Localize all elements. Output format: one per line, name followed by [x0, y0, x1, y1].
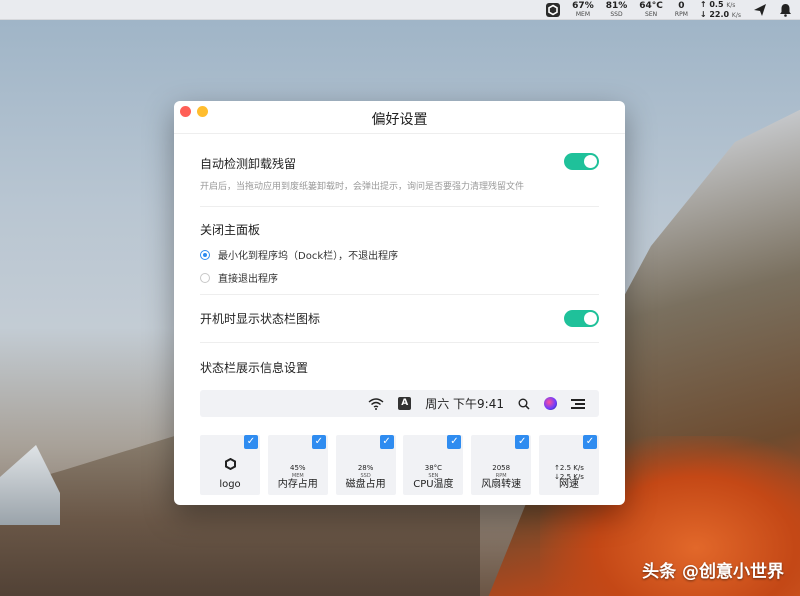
window-titlebar[interactable]: 偏好设置 [174, 101, 625, 134]
tile-fan-speed-label: 风扇转速 [481, 479, 522, 490]
search-icon [518, 398, 530, 410]
app-logo-icon[interactable] [546, 2, 561, 17]
tile-fan-speed[interactable]: ✓ 2058 RPM 风扇转速 [471, 435, 532, 495]
tile-memory[interactable]: ✓ 45% MEM 内存占用 [267, 435, 328, 495]
tile-logo-preview [200, 457, 260, 473]
send-icon[interactable] [753, 3, 767, 17]
ssd-label: SSD [610, 10, 623, 18]
tile-fan-speed-checkbox[interactable]: ✓ [515, 435, 530, 449]
radio-quit-label: 直接退出程序 [218, 274, 278, 285]
sen-label: SEN [645, 10, 658, 18]
tile-net-speed-checkbox[interactable]: ✓ [582, 435, 597, 449]
tile-memory-label: 内存占用 [277, 479, 318, 490]
statusbar-preview: A 周六 下午9:41 [200, 390, 599, 417]
tile-net-speed-preview-value: ↑2.5 K/s [554, 464, 584, 472]
tile-memory-preview-value: 45% [290, 464, 306, 472]
preview-clock: 周六 下午9:41 [425, 397, 504, 411]
bell-icon[interactable] [779, 3, 792, 17]
menubar-rpm-stat[interactable]: 0 RPM [674, 0, 688, 18]
statusbar-settings-title: 状态栏展示信息设置 [200, 361, 309, 375]
tile-cpu-temp-checkbox[interactable]: ✓ [447, 435, 462, 449]
menubar-mem-stat[interactable]: 67% MEM [572, 0, 594, 18]
auto-detect-description: 开启后，当拖动应用到废纸篓卸载时，会弹出提示，询问是否要强力清理残留文件 [200, 182, 525, 192]
close-panel-section: 关闭主面板 最小化到程序坞（Dock栏），不退出程序 直接退出程序 [200, 207, 599, 295]
auto-detect-section: 自动检测卸载残留 开启后，当拖动应用到废纸篓卸载时，会弹出提示，询问是否要强力清… [200, 134, 599, 207]
tile-cpu-temp-label: CPU温度 [413, 479, 454, 490]
statusbar-settings-section: 状态栏展示信息设置 A 周六 下午9:41 ✓ logo ✓ 45% MEM 内… [200, 359, 599, 495]
tile-logo-checkbox[interactable]: ✓ [244, 435, 258, 449]
radio-quit-indicator[interactable] [200, 272, 210, 283]
tile-disk[interactable]: ✓ 28% SSD 磁盘占用 [335, 435, 396, 495]
tile-cpu-temp-preview-value: 38°C [424, 464, 443, 472]
input-source-icon: A [398, 397, 412, 410]
tile-logo[interactable]: ✓ logo [200, 435, 260, 495]
sen-value: 64°C [639, 0, 663, 11]
siri-icon [544, 397, 557, 410]
tile-memory-checkbox[interactable]: ✓ [311, 435, 326, 449]
menubar-ssd-stat[interactable]: 81% SSD [605, 0, 628, 18]
startup-title: 开机时显示状态栏图标 [200, 312, 321, 326]
net-up-value: ↑ 0.5 [699, 0, 724, 9]
tile-disk-label: 磁盘占用 [345, 479, 386, 490]
preferences-window: 偏好设置 自动检测卸载残留 开启后，当拖动应用到废纸篓卸载时，会弹出提示，询问是… [174, 101, 625, 505]
net-down-value: ↓ 22.0 [699, 9, 730, 19]
statusbar-tiles: ✓ logo ✓ 45% MEM 内存占用 ✓ 28% SSD 磁盘占用 ✓ 3… [200, 435, 599, 495]
tile-cpu-temp[interactable]: ✓ 38°C SEN CPU温度 [403, 435, 464, 495]
tile-net-speed-label: 网速 [558, 479, 579, 490]
net-down: ↓ 22.0 K/s [700, 10, 741, 20]
window-title: 偏好设置 [371, 112, 428, 128]
net-up: ↑ 0.5 K/s [700, 0, 741, 10]
hexagon-logo-icon [224, 458, 236, 470]
tile-net-speed[interactable]: ✓ ↑2.5 K/s ↓2.5 K/s 网速 [538, 435, 599, 495]
tile-fan-speed-preview-value: 2058 [492, 464, 511, 472]
radio-quit-app[interactable]: 直接退出程序 [200, 270, 278, 285]
mem-label: MEM [575, 10, 591, 18]
auto-detect-toggle[interactable] [564, 153, 599, 170]
close-panel-title: 关闭主面板 [200, 223, 261, 237]
menubar-sen-stat[interactable]: 64°C SEN [639, 0, 663, 18]
net-up-unit: K/s [726, 1, 736, 9]
radio-minimize-label: 最小化到程序坞（Dock栏），不退出程序 [218, 251, 399, 262]
startup-toggle[interactable] [564, 310, 599, 327]
mem-value: 67% [572, 0, 594, 11]
rpm-label: RPM [674, 10, 688, 18]
menu-bar: 67% MEM 81% SSD 64°C SEN 0 RPM ↑ 0.5 K/s… [0, 0, 800, 20]
notification-center-icon [571, 398, 585, 409]
ssd-value: 81% [605, 0, 628, 11]
wallpaper-snow-peak [0, 445, 60, 525]
tile-logo-label: logo [219, 479, 241, 490]
menubar-net-speed[interactable]: ↑ 0.5 K/s ↓ 22.0 K/s [700, 0, 741, 20]
radio-minimize-to-dock[interactable]: 最小化到程序坞（Dock栏），不退出程序 [200, 247, 398, 262]
net-down-unit: K/s [731, 11, 741, 19]
watermark: 头条 @创意小世界 [642, 562, 784, 582]
tile-disk-preview-value: 28% [357, 464, 374, 472]
auto-detect-title: 自动检测卸载残留 [200, 157, 297, 171]
rpm-value: 0 [678, 0, 685, 11]
radio-minimize-indicator[interactable] [200, 249, 210, 260]
wifi-icon [368, 397, 384, 410]
tile-disk-checkbox[interactable]: ✓ [379, 435, 394, 449]
startup-section: 开机时显示状态栏图标 [200, 295, 599, 343]
